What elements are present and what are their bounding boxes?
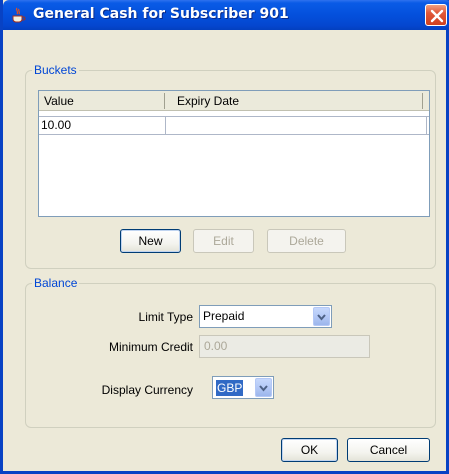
limit-type-value: Prepaid <box>203 309 245 323</box>
cell-divider <box>426 117 427 134</box>
table-row[interactable]: 10.00 <box>39 116 429 135</box>
display-currency-select[interactable]: GBP <box>212 376 274 399</box>
cell-divider <box>165 117 166 134</box>
minimum-credit-label: Minimum Credit <box>108 340 193 354</box>
dialog-window: General Cash for Subscriber 901 Buckets … <box>0 0 449 474</box>
cancel-button[interactable]: Cancel <box>347 438 430 462</box>
minimum-credit-value: 0.00 <box>204 339 228 353</box>
balance-group-label: Balance <box>32 276 80 290</box>
display-currency-value: GBP <box>216 380 244 396</box>
close-icon <box>430 9 444 23</box>
new-button[interactable]: New <box>120 229 181 253</box>
buckets-group-label: Buckets <box>32 63 79 77</box>
chevron-down-icon <box>317 314 326 321</box>
dropdown-button[interactable] <box>255 378 272 397</box>
column-header-expiry-date[interactable]: Expiry Date <box>177 94 239 108</box>
chevron-down-icon <box>259 385 268 392</box>
limit-type-select[interactable]: Prepaid <box>199 305 332 328</box>
ok-button[interactable]: OK <box>281 438 338 462</box>
edit-button[interactable]: Edit <box>193 229 254 253</box>
minimum-credit-field[interactable]: 0.00 <box>199 335 370 358</box>
cell-value[interactable]: 10.00 <box>41 118 71 132</box>
title-bar[interactable]: General Cash for Subscriber 901 <box>3 0 449 30</box>
buckets-table[interactable]: Value Expiry Date 10.00 <box>38 90 430 217</box>
limit-type-label: Limit Type <box>138 310 193 324</box>
column-divider[interactable] <box>164 93 165 109</box>
window-title: General Cash for Subscriber 901 <box>33 6 289 22</box>
dropdown-button[interactable] <box>313 307 330 326</box>
close-button[interactable] <box>425 4 447 26</box>
table-header: Value Expiry Date <box>39 91 429 111</box>
delete-button[interactable]: Delete <box>267 229 346 253</box>
column-header-value[interactable]: Value <box>44 94 74 108</box>
column-divider[interactable] <box>422 93 423 109</box>
java-cup-icon <box>9 6 27 24</box>
display-currency-label: Display Currency <box>101 383 193 397</box>
